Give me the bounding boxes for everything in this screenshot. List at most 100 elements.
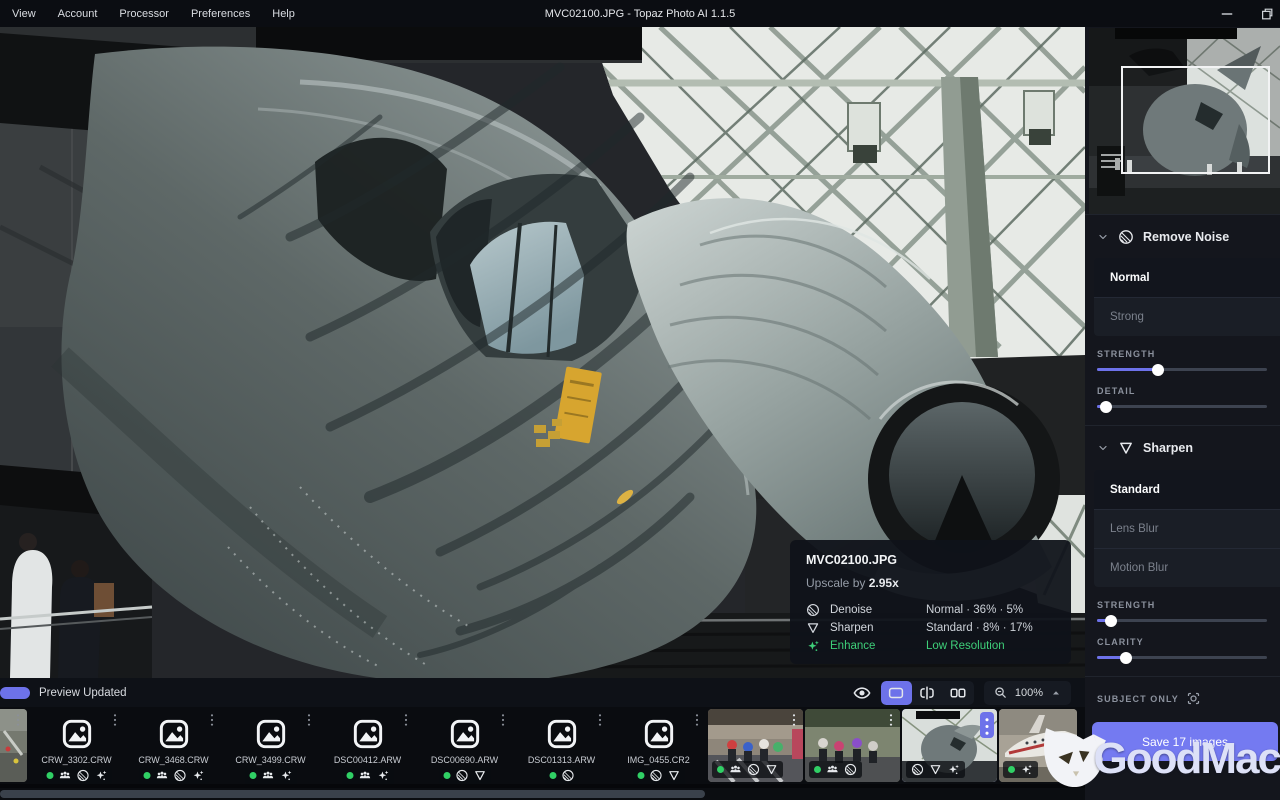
denoise-icon: [1118, 229, 1134, 245]
filmstrip-item[interactable]: CRW_3499.CRW: [223, 709, 318, 784]
noise-detail-slider[interactable]: [1097, 400, 1267, 413]
thumbnail-filename: DSC00690.ARW: [430, 755, 499, 765]
menubar: View Account Processor Preferences Help: [0, 8, 295, 20]
thumbnail-menu-icon[interactable]: [12, 712, 24, 728]
info-filename: MVC02100.JPG: [806, 553, 898, 567]
enhance-icon: [94, 769, 107, 782]
thumbnail-menu-icon[interactable]: [303, 712, 315, 728]
menu-preferences[interactable]: Preferences: [191, 8, 250, 20]
image-placeholder-icon: [449, 718, 481, 750]
thumbnail-menu-icon[interactable]: [497, 712, 509, 728]
processed-dot-icon: [346, 772, 353, 779]
menu-processor[interactable]: Processor: [119, 8, 169, 20]
option-normal[interactable]: Normal: [1094, 258, 1280, 297]
slider-thumb[interactable]: [1119, 651, 1132, 664]
menu-account[interactable]: Account: [58, 8, 98, 20]
slider-thumb[interactable]: [1104, 614, 1117, 627]
thumbnail-status-badges: [438, 767, 491, 784]
sharpen-panel: Sharpen Standard Lens Blur Motion Blur S…: [1085, 426, 1280, 677]
option-standard[interactable]: Standard: [1094, 470, 1280, 509]
slider-thumb[interactable]: [1152, 363, 1165, 376]
thumbnail-menu-icon[interactable]: [788, 712, 800, 728]
sharpen-strength-slider[interactable]: [1097, 614, 1267, 627]
thumbnail-menu-icon[interactable]: [980, 712, 994, 738]
navigator-preview[interactable]: [1089, 28, 1280, 214]
show-original-eye-icon[interactable]: [853, 684, 871, 702]
thumbnail-status-badges: [1003, 761, 1038, 778]
side-by-side-view-button[interactable]: [943, 681, 974, 705]
settings-sidebar: Remove Noise Normal Strong STRENGTH DETA…: [1085, 27, 1280, 800]
noise-strength-slider[interactable]: [1097, 363, 1267, 376]
thumbnail-menu-icon[interactable]: [206, 712, 218, 728]
filmstrip-scrollbar[interactable]: [0, 788, 1085, 800]
chevron-down-icon: [1097, 442, 1109, 454]
denoise-icon: [844, 763, 857, 776]
sharpen-clarity-slider-block: CLARITY: [1085, 624, 1280, 664]
subject-only-row[interactable]: SUBJECT ONLY: [1085, 677, 1280, 706]
enhance-icon: [191, 769, 204, 782]
processed-dot-icon: [143, 772, 150, 779]
filmstrip-item[interactable]: CRW_3302.CRW: [29, 709, 124, 784]
thumbnail-menu-icon[interactable]: [400, 712, 412, 728]
info-upscale: Upscale by 2.95x: [806, 576, 899, 590]
filmstrip-item[interactable]: DSC00690.ARW: [417, 709, 512, 784]
thumbnail-filename: CRW_3302.CRW: [41, 755, 112, 765]
split-view-button[interactable]: [912, 681, 943, 705]
filmstrip-item-selected[interactable]: [902, 709, 997, 782]
thumbnail-status-badges: [809, 761, 862, 778]
thumbnail-filename: CRW_3499.CRW: [235, 755, 306, 765]
filmstrip-item[interactable]: IMG_0455.CR2: [611, 709, 706, 784]
denoise-icon: [806, 603, 820, 617]
titlebar: View Account Processor Preferences Help …: [0, 0, 1280, 27]
filmstrip-item-partial[interactable]: [0, 709, 27, 782]
filmstrip-item[interactable]: DSC00412.ARW: [320, 709, 415, 784]
save-images-button[interactable]: Save 17 images: [1092, 722, 1278, 761]
faces-icon: [826, 763, 839, 776]
zoom-magnifier-icon: [993, 685, 1008, 700]
option-strong[interactable]: Strong: [1094, 297, 1280, 336]
single-view-button[interactable]: [880, 680, 912, 705]
restore-button-icon[interactable]: [1260, 7, 1274, 21]
thumbnail-menu-icon[interactable]: [109, 712, 121, 728]
processed-dot-icon: [814, 766, 821, 773]
option-motion-blur[interactable]: Motion Blur: [1094, 548, 1280, 587]
option-lens-blur[interactable]: Lens Blur: [1094, 509, 1280, 548]
filmstrip-item[interactable]: CRW_3468.CRW: [126, 709, 221, 784]
thumbnail-status-badges: [41, 767, 112, 784]
topaz-photo-ai-window: View Account Processor Preferences Help …: [0, 0, 1280, 800]
faces-icon: [155, 769, 168, 782]
thumbnail-menu-icon[interactable]: [691, 712, 703, 728]
thumbnail-status-badges: [138, 767, 209, 784]
zoom-value: 100%: [1014, 686, 1043, 699]
enhance-icon: [376, 769, 389, 782]
thumbnail-menu-icon[interactable]: [885, 712, 897, 728]
single-view-icon: [887, 684, 905, 702]
thumbnail-filename: IMG_0455.CR2: [627, 755, 690, 765]
menu-help[interactable]: Help: [272, 8, 295, 20]
filmstrip-item-photo[interactable]: [805, 709, 900, 782]
enhance-icon: [279, 769, 292, 782]
denoise-icon: [649, 769, 662, 782]
preview-status-text: Preview Updated: [39, 686, 127, 699]
filmstrip-item[interactable]: DSC01313.ARW: [514, 709, 609, 784]
denoise-icon: [747, 763, 760, 776]
filmstrip-item-photo[interactable]: [708, 709, 803, 782]
sharpen-clarity-slider[interactable]: [1097, 651, 1267, 664]
split-view-icon: [918, 684, 936, 702]
info-row-sharpen: Sharpen Standard · 8% · 17%: [806, 619, 1055, 637]
filmstrip-item-photo[interactable]: [999, 709, 1077, 782]
minimize-button-icon[interactable]: [1220, 7, 1234, 21]
noise-strength-slider-block: STRENGTH: [1085, 336, 1280, 376]
slider-thumb[interactable]: [1099, 400, 1112, 413]
sharpen-header[interactable]: Sharpen: [1085, 426, 1280, 470]
menu-view[interactable]: View: [12, 8, 36, 20]
remove-noise-header[interactable]: Remove Noise: [1085, 214, 1280, 258]
processed-dot-icon: [46, 772, 53, 779]
slider-label: STRENGTH: [1097, 600, 1156, 610]
zoom-control[interactable]: 100%: [983, 680, 1071, 705]
thumbnail-status-badges: [544, 767, 579, 784]
image-preview-canvas[interactable]: MVC02100.JPG Upscale by 2.95x Denoise No…: [0, 27, 1085, 678]
thumbnail-menu-icon[interactable]: [594, 712, 606, 728]
scrollbar-thumb[interactable]: [0, 790, 705, 798]
navigator-photo: [1089, 28, 1280, 214]
